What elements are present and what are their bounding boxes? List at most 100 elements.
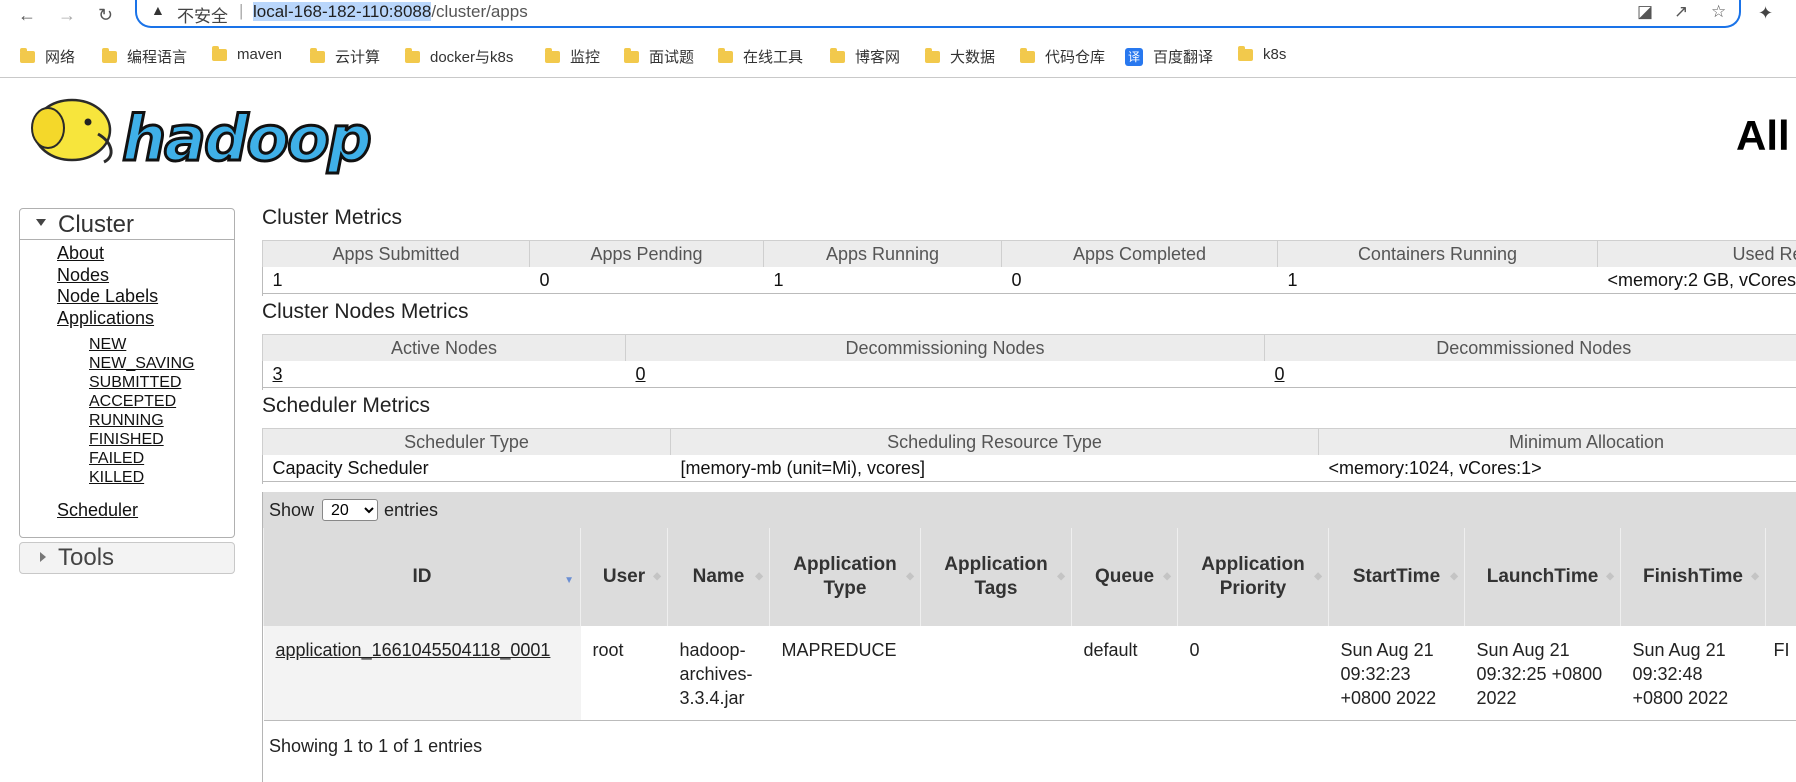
column-header-start[interactable]: StartTime◆ xyxy=(1329,528,1465,626)
nav-link-about[interactable]: About xyxy=(57,243,104,264)
bookmark-folder[interactable]: 监控 xyxy=(545,46,600,67)
url-path[interactable]: /cluster/apps xyxy=(431,2,527,21)
warning-icon[interactable]: ▲ xyxy=(151,2,165,18)
queue-cell: default xyxy=(1072,626,1178,721)
bookmark-label: 编程语言 xyxy=(127,46,187,67)
application-id-cell[interactable]: application_1661045504118_0001 xyxy=(264,626,581,721)
insecure-label[interactable]: 不安全 xyxy=(177,2,228,27)
nav-link-state-killed[interactable]: KILLED xyxy=(89,469,144,487)
column-header-user[interactable]: User◆ xyxy=(581,528,668,626)
column-header-tags[interactable]: Application Tags◆ xyxy=(921,528,1072,626)
url-text[interactable]: local-168-182-110:8088/cluster/apps xyxy=(253,2,528,22)
entries-per-page-select[interactable]: 20 xyxy=(322,499,378,521)
metric-value: <memory:2 GB, vCores xyxy=(1598,267,1796,294)
bookmark-folder[interactable]: 云计算 xyxy=(310,46,380,67)
folder-icon xyxy=(1020,51,1035,63)
share-icon[interactable]: ↗ xyxy=(1674,2,1688,22)
tools-nav-label: Tools xyxy=(58,544,114,572)
reload-icon[interactable]: ↻ xyxy=(98,4,113,26)
bookmark-folder[interactable]: 网络 xyxy=(20,46,75,67)
active-nodes-link[interactable]: 3 xyxy=(263,361,626,388)
column-header-state[interactable] xyxy=(1766,528,1796,626)
nav-link-nodes[interactable]: Nodes xyxy=(57,265,109,286)
nav-link-state-submitted[interactable]: SUBMITTED xyxy=(89,374,181,392)
nav-link-applications[interactable]: Applications xyxy=(57,308,154,329)
url-host[interactable]: local-168-182-110:8088 xyxy=(253,2,431,21)
tools-nav-header[interactable]: Tools xyxy=(19,542,235,574)
column-header-priority[interactable]: Application Priority◆ xyxy=(1178,528,1329,626)
column-header-label: FinishTime xyxy=(1643,566,1743,587)
application-id-link[interactable]: application_1661045504118_0001 xyxy=(276,640,551,660)
tags-cell xyxy=(921,626,1072,721)
nav-link-state-new-saving[interactable]: NEW_SAVING xyxy=(89,355,195,373)
bookmark-link[interactable]: 译百度翻译 xyxy=(1125,46,1213,67)
nav-link-state-finished[interactable]: FINISHED xyxy=(89,431,164,449)
metric-value: [memory-mb (unit=Mi), vcores] xyxy=(671,455,1319,482)
bookmarks-bar: 网络 编程语言 maven 云计算 docker与k8s 监控 面试题 在线工具… xyxy=(0,40,1796,70)
bookmark-folder[interactable]: 博客网 xyxy=(830,46,900,67)
sidebar: Cluster About Nodes Node Labels Applicat… xyxy=(19,208,235,538)
column-header-type[interactable]: Application Type◆ xyxy=(770,528,921,626)
metric-value: 1 xyxy=(764,267,1002,294)
column-header-id[interactable]: ID▼ xyxy=(264,528,581,626)
decommissioned-nodes-value[interactable]: 0 xyxy=(1275,364,1285,384)
column-header: Apps Pending xyxy=(530,241,764,268)
folder-icon xyxy=(20,51,35,63)
translate-icon[interactable]: ◪ xyxy=(1637,2,1653,22)
column-header: Minimum Allocation xyxy=(1319,429,1796,456)
decommissioning-nodes-link[interactable]: 0 xyxy=(626,361,1265,388)
browser-toolbar: ← → ↻ ▲ 不安全 | local-168-182-110:8088/clu… xyxy=(0,0,1796,30)
logo-text: hadoop xyxy=(122,102,370,175)
column-header-finish[interactable]: FinishTime◆ xyxy=(1621,528,1766,626)
column-header-name[interactable]: Name◆ xyxy=(668,528,770,626)
folder-icon xyxy=(925,51,940,63)
decommissioned-nodes-link[interactable]: 0 xyxy=(1265,361,1796,388)
bookmark-folder[interactable]: 大数据 xyxy=(925,46,995,67)
forward-icon[interactable]: → xyxy=(58,4,76,26)
column-header-launch[interactable]: LaunchTime◆ xyxy=(1465,528,1621,626)
metric-value: Capacity Scheduler xyxy=(263,455,671,482)
column-header-label: Name xyxy=(693,566,745,587)
chrome-divider xyxy=(0,77,1796,78)
nav-link-scheduler[interactable]: Scheduler xyxy=(57,500,138,521)
cluster-nav-header[interactable]: Cluster xyxy=(20,209,234,240)
applications-table: ID▼ User◆ Name◆ Application Type◆ Applic… xyxy=(263,528,1796,721)
nav-link-state-new[interactable]: NEW xyxy=(89,336,126,354)
bookmark-folder[interactable]: 在线工具 xyxy=(718,46,803,67)
bookmark-label: 监控 xyxy=(570,46,600,67)
entries-length-bar: Show 20 entries xyxy=(263,492,1796,528)
bookmark-folder[interactable]: 代码仓库 xyxy=(1020,46,1105,67)
hadoop-logo[interactable]: hadoop xyxy=(20,88,400,178)
address-bar[interactable]: ▲ 不安全 | local-168-182-110:8088/cluster/a… xyxy=(135,0,1741,28)
bookmark-label: 云计算 xyxy=(335,46,380,67)
bookmark-folder[interactable]: maven xyxy=(212,46,282,63)
bookmark-folder[interactable]: 面试题 xyxy=(624,46,694,67)
page-title: All xyxy=(1736,112,1790,160)
nav-link-state-running[interactable]: RUNNING xyxy=(89,412,164,430)
folder-icon xyxy=(310,51,325,63)
nav-link-state-accepted[interactable]: ACCEPTED xyxy=(89,393,176,411)
column-header: Apps Submitted xyxy=(263,241,530,268)
sort-desc-icon: ▼ xyxy=(564,576,574,586)
bookmark-folder[interactable]: docker与k8s xyxy=(405,46,513,67)
folder-icon xyxy=(830,51,845,63)
applications-panel: Show 20 entries ID▼ User◆ Name◆ Applicat… xyxy=(262,492,1796,782)
decommissioning-nodes-value[interactable]: 0 xyxy=(636,364,646,384)
nav-link-state-failed[interactable]: FAILED xyxy=(89,450,144,468)
table-row: application_1661045504118_0001 root hado… xyxy=(264,626,1796,721)
bookmark-folder[interactable]: k8s xyxy=(1238,46,1286,63)
node-metrics-title: Cluster Nodes Metrics xyxy=(262,300,469,324)
back-icon[interactable]: ← xyxy=(18,4,36,26)
column-header-label: Queue xyxy=(1095,566,1154,587)
column-header: Containers Running xyxy=(1278,241,1598,268)
bookmark-label: 大数据 xyxy=(950,46,995,67)
nav-link-node-labels[interactable]: Node Labels xyxy=(57,286,158,307)
bookmark-star-icon[interactable]: ☆ xyxy=(1711,2,1726,22)
bookmark-label: 百度翻译 xyxy=(1153,46,1213,67)
translate-badge-icon: 译 xyxy=(1125,48,1143,66)
column-header-queue[interactable]: Queue◆ xyxy=(1072,528,1178,626)
bookmark-folder[interactable]: 编程语言 xyxy=(102,46,187,67)
column-header-label: StartTime xyxy=(1353,566,1440,587)
extensions-icon[interactable]: ✦ xyxy=(1758,3,1773,24)
active-nodes-value[interactable]: 3 xyxy=(273,364,283,384)
